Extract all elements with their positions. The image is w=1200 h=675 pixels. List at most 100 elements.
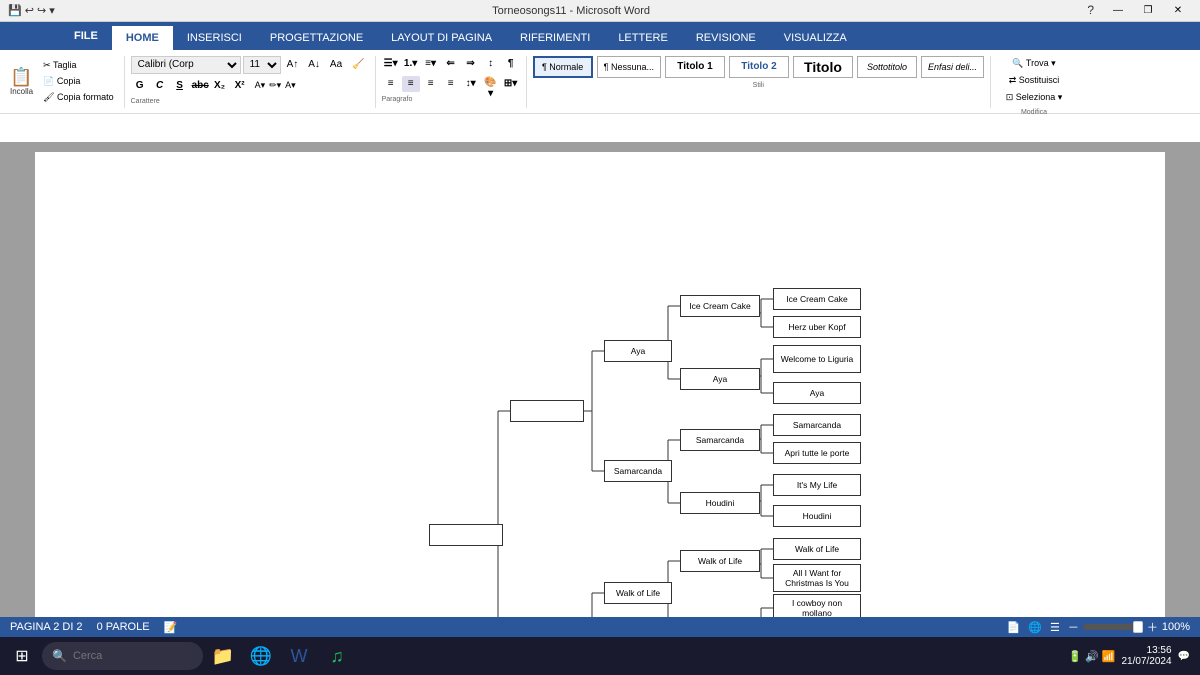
search-input[interactable] xyxy=(73,650,193,662)
style-enfasi[interactable]: Enfasi deli... xyxy=(921,56,984,78)
tab-inserisci[interactable]: INSERISCI xyxy=(173,26,256,50)
bracket-lines xyxy=(55,162,1115,617)
view-normal-icon[interactable]: 📄 xyxy=(1007,621,1021,634)
increase-indent-button[interactable]: ⇒ xyxy=(462,56,480,72)
bold-button[interactable]: G xyxy=(131,78,149,94)
style-nessuna[interactable]: ¶ Nessuna... xyxy=(597,56,661,78)
word-button[interactable]: W xyxy=(281,640,317,672)
tab-riferimenti[interactable]: RIFERIMENTI xyxy=(506,26,604,50)
seleziona-button[interactable]: ⊡ Seleziona ▾ xyxy=(1002,90,1067,105)
paste-icon: 📋 xyxy=(10,68,32,86)
tab-layout[interactable]: LAYOUT DI PAGINA xyxy=(377,26,506,50)
decrease-indent-button[interactable]: ⇐ xyxy=(442,56,460,72)
date-display: 21/07/2024 xyxy=(1121,656,1171,667)
sostituisci-button[interactable]: ⇄ Sostituisci xyxy=(1005,73,1064,88)
align-center-button[interactable]: ≡ xyxy=(402,76,420,92)
tab-lettere[interactable]: LETTERE xyxy=(604,26,682,50)
r1-its-my-life: It's My Life xyxy=(773,474,861,496)
r1-samarcanda: Samarcanda xyxy=(773,414,861,436)
restore-button[interactable]: ❐ xyxy=(1134,3,1162,19)
file-explorer-button[interactable]: 📁 xyxy=(205,640,241,672)
line-spacing-button[interactable]: ↕▾ xyxy=(462,76,480,92)
document-area: Ice Cream Cake Herz uber Kopf Welcome to… xyxy=(0,142,1200,617)
tab-progettazione[interactable]: PROGETTAZIONE xyxy=(256,26,377,50)
font-family-select[interactable]: Calibri (Corp xyxy=(131,56,241,74)
italic-button[interactable]: C xyxy=(151,78,169,94)
style-titolo[interactable]: Titolo xyxy=(793,56,853,78)
r1-herz-uber-kopf: Herz uber Kopf xyxy=(773,316,861,338)
borders-button[interactable]: ⊞▾ xyxy=(502,76,520,92)
r2-walk-of-life: Walk of Life xyxy=(680,550,760,572)
style-titolo1[interactable]: Titolo 1 xyxy=(665,56,725,78)
r1-all-i-want: All I Want for Christmas Is You xyxy=(773,564,861,592)
taskbar: ⊞ 🔍 📁 🌐 W ♫ 🔋 🔊 📶 13:56 21/07/2024 💬 xyxy=(0,637,1200,675)
r2-houdini: Houdini xyxy=(680,492,760,514)
document-page: Ice Cream Cake Herz uber Kopf Welcome to… xyxy=(35,152,1165,617)
r3-aya: Aya xyxy=(604,340,672,362)
font-color-button[interactable]: A▾ xyxy=(255,80,266,91)
multilevel-button[interactable]: ≡▾ xyxy=(422,56,440,72)
justify-button[interactable]: ≡ xyxy=(442,76,460,92)
underline-button[interactable]: S xyxy=(171,78,189,94)
font-size-select[interactable]: 11 xyxy=(243,56,281,74)
zoom-level: 100% xyxy=(1162,621,1190,633)
close-button[interactable]: ✕ xyxy=(1164,3,1192,19)
r5-final xyxy=(429,524,503,546)
style-normale[interactable]: ¶ Normale xyxy=(533,56,593,78)
taskbar-search-bar[interactable]: 🔍 xyxy=(42,642,203,670)
numbering-button[interactable]: 1.▾ xyxy=(402,56,420,72)
text-color-button[interactable]: A▾ xyxy=(285,80,296,91)
r2-samarcanda: Samarcanda xyxy=(680,429,760,451)
superscript-button[interactable]: X² xyxy=(231,78,249,94)
clear-format-button[interactable]: 🧹 xyxy=(348,57,368,72)
strikethrough-button[interactable]: abc xyxy=(191,78,209,94)
zoom-out-button[interactable]: － xyxy=(1068,619,1079,635)
start-button[interactable]: ⊞ xyxy=(4,640,40,672)
format-painter-button[interactable]: 🖌 Copia formato xyxy=(39,90,117,105)
quick-access[interactable]: 💾 ↩ ↪ ▾ xyxy=(8,4,55,17)
r1-apri-porte: Apri tutte le porte xyxy=(773,442,861,464)
align-right-button[interactable]: ≡ xyxy=(422,76,440,92)
stili-group: ¶ Normale ¶ Nessuna... Titolo 1 Titolo 2… xyxy=(533,56,991,108)
cut-button[interactable]: ✂ Taglia xyxy=(39,58,117,73)
trova-button[interactable]: 🔍 Trova ▾ xyxy=(1008,56,1059,71)
shading-button[interactable]: 🎨▾ xyxy=(482,76,500,92)
subscript-button[interactable]: X₂ xyxy=(211,78,229,94)
tab-revisione[interactable]: REVISIONE xyxy=(682,26,770,50)
word-count: 0 PAROLE xyxy=(97,621,150,633)
titlebar: 💾 ↩ ↪ ▾ Torneosongs11 - Microsoft Word ?… xyxy=(0,0,1200,22)
tab-visualizza[interactable]: VISUALIZZA xyxy=(770,26,861,50)
help-icon[interactable]: ? xyxy=(1087,3,1094,19)
r1-cowboy: I cowboy non mollano xyxy=(773,594,861,617)
decrease-font-button[interactable]: A↓ xyxy=(304,57,324,72)
view-outline-icon[interactable]: ☰ xyxy=(1050,621,1060,634)
style-titolo2[interactable]: Titolo 2 xyxy=(729,56,789,78)
spotify-button[interactable]: ♫ xyxy=(319,640,355,672)
stili-label: Stili xyxy=(753,82,764,89)
zoom-in-button[interactable]: ＋ xyxy=(1147,619,1158,635)
chrome-button[interactable]: 🌐 xyxy=(243,640,279,672)
incolla-button[interactable]: 📋 Incolla xyxy=(6,60,37,104)
file-tab[interactable]: FILE xyxy=(60,22,112,50)
carattere-group: Calibri (Corp 11 A↑ A↓ Aa 🧹 G C S abc X₂… xyxy=(131,56,376,108)
bullets-button[interactable]: ☰▾ xyxy=(382,56,400,72)
notification-icon[interactable]: 💬 xyxy=(1178,651,1190,662)
zoom-slider[interactable] xyxy=(1083,624,1143,630)
align-left-button[interactable]: ≡ xyxy=(382,76,400,92)
toolbar: 📋 Incolla ✂ Taglia 📄 Copia 🖌 Copia forma… xyxy=(0,50,1200,114)
highlight-button[interactable]: ✏▾ xyxy=(269,80,281,91)
r2-aya: Aya xyxy=(680,368,760,390)
pilcrow-button[interactable]: ¶ xyxy=(502,56,520,72)
view-web-icon[interactable]: 🌐 xyxy=(1028,621,1042,634)
tab-home[interactable]: HOME xyxy=(112,26,173,50)
proofing-icon[interactable]: 📝 xyxy=(164,621,178,634)
time-display: 13:56 xyxy=(1121,645,1171,656)
copy-button[interactable]: 📄 Copia xyxy=(39,74,117,89)
change-case-button[interactable]: Aa xyxy=(326,57,346,72)
style-sottotitolo[interactable]: Sottotitolo xyxy=(857,56,917,78)
sort-button[interactable]: ↕ xyxy=(482,56,500,72)
increase-font-button[interactable]: A↑ xyxy=(283,57,303,72)
minimize-button[interactable]: — xyxy=(1104,3,1132,19)
window-title: Torneosongs11 - Microsoft Word xyxy=(55,5,1087,17)
appunti-group: 📋 Incolla ✂ Taglia 📄 Copia 🖌 Copia forma… xyxy=(6,56,125,108)
